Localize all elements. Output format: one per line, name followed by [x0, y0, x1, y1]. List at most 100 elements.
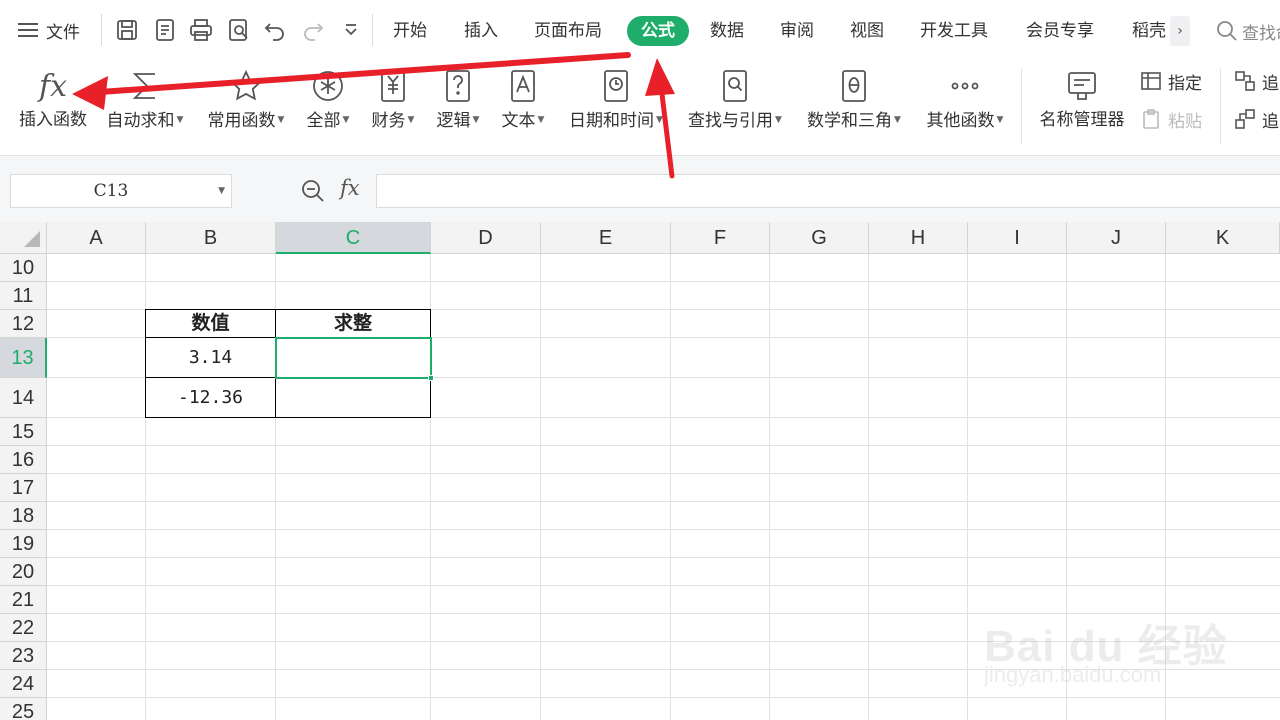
row-header-16[interactable]: 16: [0, 446, 47, 474]
paste-button[interactable]: 粘贴: [1140, 106, 1202, 132]
print-icon[interactable]: [188, 17, 214, 43]
column-header-k[interactable]: K: [1166, 222, 1280, 254]
financial-functions-button[interactable]: 财务 ▼: [367, 66, 419, 146]
star-icon: [229, 69, 263, 101]
tab-view[interactable]: 视图: [850, 16, 884, 46]
name-manager-button[interactable]: 名称管理器: [1034, 66, 1130, 146]
tab-formulas[interactable]: 公式: [627, 16, 689, 46]
dropdown-caret-icon: ▼: [894, 115, 901, 125]
row-header-12[interactable]: 12: [0, 310, 47, 338]
row-header-21[interactable]: 21: [0, 586, 47, 614]
active-cell-selection[interactable]: [275, 337, 432, 379]
row-header-23[interactable]: 23: [0, 642, 47, 670]
hamburger-icon: [18, 23, 38, 37]
tab-home[interactable]: 开始: [393, 16, 427, 46]
watermark-url: jingyan.baidu.com: [984, 662, 1162, 687]
row-header-25[interactable]: 25: [0, 698, 47, 720]
name-box[interactable]: C13 ▼: [10, 174, 232, 208]
formula-bar: C13 ▼ fx: [0, 156, 1280, 222]
trace-precedents-button[interactable]: 追: [1234, 68, 1279, 94]
logical-functions-button[interactable]: 逻辑 ▼: [432, 66, 484, 146]
text-functions-button[interactable]: 文本 ▼: [497, 66, 549, 146]
column-header-j[interactable]: J: [1067, 222, 1166, 254]
file-menu[interactable]: 文件: [18, 0, 80, 60]
tab-member[interactable]: 会员专享: [1026, 16, 1094, 46]
zoom-icon[interactable]: [300, 178, 326, 204]
export-pdf-icon[interactable]: [152, 17, 178, 43]
lookup-reference-button[interactable]: 查找与引用 ▼: [683, 66, 787, 146]
column-header-e[interactable]: E: [541, 222, 671, 254]
search-icon: [1217, 21, 1237, 41]
column-header-b[interactable]: B: [146, 222, 276, 254]
trace-precedents-label: 追: [1262, 73, 1279, 94]
row-header-18[interactable]: 18: [0, 502, 47, 530]
trace-dependents-button[interactable]: 追: [1234, 106, 1279, 132]
tab-data[interactable]: 数据: [710, 16, 744, 46]
column-header-c[interactable]: C: [276, 222, 431, 254]
chevron-down-icon[interactable]: ▼: [218, 175, 225, 207]
command-search[interactable]: 查找命: [1216, 16, 1280, 46]
tab-docer[interactable]: 稻壳: [1132, 16, 1166, 46]
theta-book-icon: [842, 70, 866, 102]
undo-icon[interactable]: [262, 17, 288, 43]
row-header-24[interactable]: 24: [0, 670, 47, 698]
column-header-g[interactable]: G: [770, 222, 869, 254]
fx-icon: fx: [38, 68, 68, 104]
row-header-19[interactable]: 19: [0, 530, 47, 558]
column-header-d[interactable]: D: [431, 222, 541, 254]
more-tabs-chevron-icon[interactable]: ›: [1170, 16, 1190, 46]
insert-function-label: 插入函数: [19, 110, 87, 130]
date-time-functions-button[interactable]: 日期和时间 ▼: [564, 66, 668, 146]
all-functions-button[interactable]: 全部 ▼: [302, 66, 354, 146]
text-functions-label: 文本: [501, 111, 536, 131]
column-header-f[interactable]: F: [671, 222, 770, 254]
fill-handle[interactable]: [428, 375, 434, 381]
redo-icon[interactable]: [300, 17, 326, 43]
common-functions-button[interactable]: 常用函数 ▼: [202, 66, 290, 146]
table-header-round[interactable]: 求整: [276, 310, 430, 337]
row-header-17[interactable]: 17: [0, 474, 47, 502]
column-header-a[interactable]: A: [47, 222, 146, 254]
insert-function-button[interactable]: fx 插入函数: [14, 66, 92, 146]
table-header-value[interactable]: 数值: [146, 310, 275, 337]
dropdown-caret-icon: ▼: [342, 115, 350, 125]
gridline: [769, 254, 770, 720]
table-cell-value[interactable]: -12.36: [146, 378, 275, 417]
specify-button[interactable]: 指定: [1140, 68, 1202, 94]
date-time-functions-label: 日期和时间: [569, 111, 655, 131]
search-book-icon: [723, 70, 747, 102]
gridline: [540, 254, 541, 720]
gridline: [47, 697, 1280, 698]
column-header-i[interactable]: I: [968, 222, 1067, 254]
row-header-10[interactable]: 10: [0, 254, 47, 282]
name-manager-label: 名称管理器: [1039, 110, 1125, 130]
math-trig-label: 数学和三角: [807, 111, 893, 131]
tab-page-layout[interactable]: 页面布局: [534, 16, 602, 46]
gridline: [47, 557, 1280, 558]
row-header-15[interactable]: 15: [0, 418, 47, 446]
question-book-icon: [446, 70, 470, 102]
row-header-20[interactable]: 20: [0, 558, 47, 586]
other-functions-button[interactable]: 其他函数 ▼: [921, 66, 1009, 146]
tab-developer[interactable]: 开发工具: [920, 16, 988, 46]
auto-sum-button[interactable]: 自动求和 ▼: [102, 66, 188, 146]
table-cell-value[interactable]: 3.14: [146, 338, 275, 377]
row-header-11[interactable]: 11: [0, 282, 47, 310]
column-header-h[interactable]: H: [869, 222, 968, 254]
math-trig-button[interactable]: 数学和三角 ▼: [802, 66, 906, 146]
more-dots-icon: [951, 82, 979, 90]
formula-input[interactable]: [376, 174, 1280, 208]
table-cell-round[interactable]: [276, 378, 430, 417]
row-header-14[interactable]: 14: [0, 378, 47, 418]
lookup-reference-label: 查找与引用: [688, 111, 774, 131]
row-header-22[interactable]: 22: [0, 614, 47, 642]
tab-review[interactable]: 审阅: [780, 16, 814, 46]
tab-insert[interactable]: 插入: [464, 16, 498, 46]
print-preview-icon[interactable]: [226, 17, 252, 43]
customize-toolbar-icon[interactable]: [338, 17, 364, 43]
dropdown-caret-icon: ▼: [472, 115, 480, 125]
fx-icon[interactable]: fx: [340, 176, 360, 200]
select-all-corner[interactable]: [0, 222, 47, 254]
save-icon[interactable]: [114, 17, 140, 43]
row-header-13[interactable]: 13: [0, 338, 47, 378]
